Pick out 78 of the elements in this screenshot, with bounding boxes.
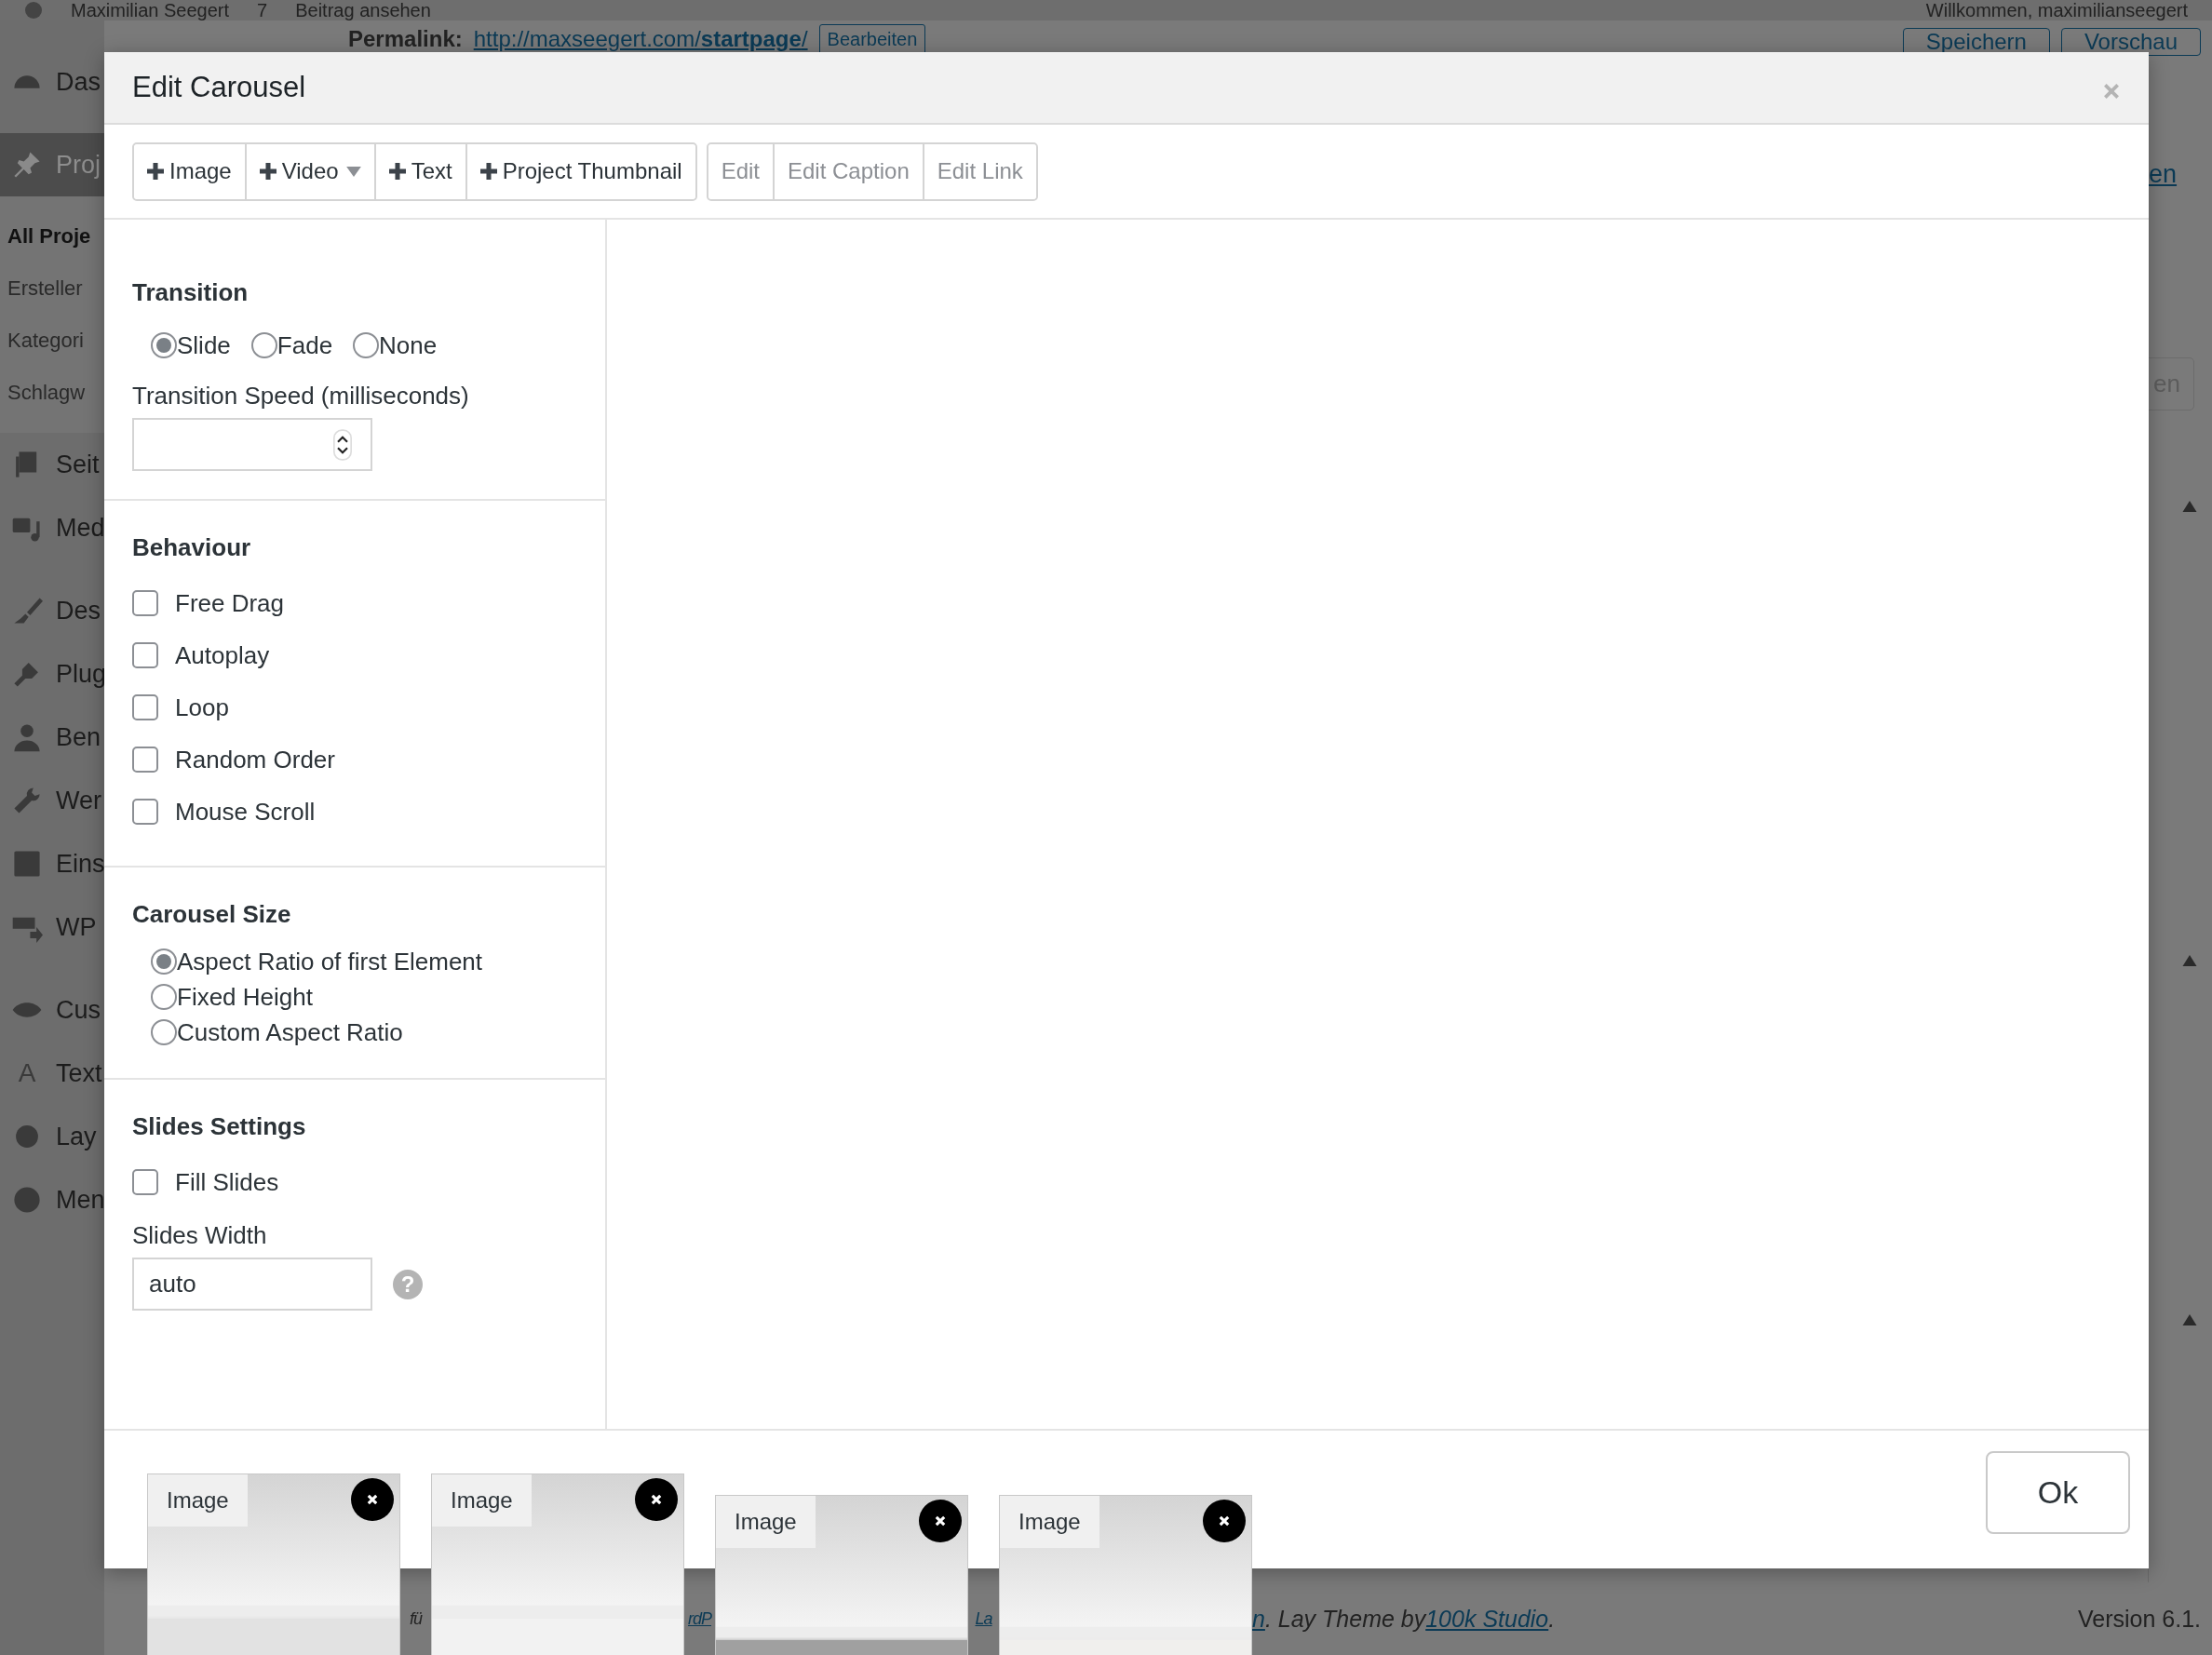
slide-thumbnail[interactable]: Image [431, 1473, 684, 1655]
close-icon [1218, 1514, 1231, 1527]
admin-bar-item[interactable]: 7 [257, 0, 268, 20]
section-heading: Slides Settings [132, 1111, 307, 1141]
close-icon[interactable] [2102, 82, 2121, 101]
permalink-link[interactable]: http://maxseegert.com/startpage/ [473, 20, 808, 52]
collapse-arrow-icon[interactable] [2182, 1314, 2197, 1325]
plus-icon [388, 163, 406, 180]
slide-type-label: Image [716, 1496, 816, 1548]
footer-text: fü [409, 1608, 424, 1629]
radio-option[interactable]: Aspect Ratio of first Element [151, 944, 577, 979]
collapse-arrow-icon[interactable] [2182, 501, 2197, 512]
sidebar-item[interactable]: Plug [0, 642, 104, 706]
checkbox-option[interactable]: Autoplay [132, 629, 577, 681]
checkbox-option[interactable]: Free Drag [132, 577, 577, 629]
checkbox-option[interactable]: Mouse Scroll [132, 786, 577, 838]
plus-icon [147, 163, 164, 180]
admin-bar-item[interactable]: Beitrag ansehen [295, 0, 431, 20]
sidebar-item[interactable]: Proj [0, 133, 104, 196]
slide-thumbnail[interactable]: Image [999, 1495, 1252, 1655]
footer-link[interactable]: rdP [684, 1608, 715, 1629]
radio-option[interactable]: None [353, 328, 438, 363]
sidebar-item[interactable]: Med [0, 496, 104, 559]
submenu-item[interactable]: Kategori [0, 315, 104, 367]
submenu-item[interactable]: Schlagw [0, 367, 104, 419]
sidebar-item[interactable]: Wer [0, 769, 104, 832]
field-label: Slides Width [132, 1221, 268, 1250]
permalink-label: Permalink: [348, 25, 463, 52]
close-icon [366, 1493, 379, 1506]
slide-thumbnail[interactable]: Image [147, 1473, 400, 1655]
radio-option[interactable]: Slide [151, 328, 231, 363]
section-heading: Carousel Size [132, 899, 292, 929]
sidebar-item[interactable]: WP [0, 895, 104, 959]
admin-bar-item[interactable]: Maximilian Seegert [71, 0, 230, 20]
slide-type-label: Image [1000, 1496, 1099, 1548]
footer-link[interactable]: n [1252, 1605, 1265, 1633]
slide-type-label: Image [432, 1474, 532, 1527]
submenu-item[interactable]: Ersteller [0, 262, 104, 315]
checkbox-option[interactable]: Loop [132, 681, 577, 733]
text-input[interactable]: auto [132, 1258, 372, 1311]
number-input[interactable] [132, 418, 372, 471]
plus-icon [479, 163, 497, 180]
radio-option[interactable]: Custom Aspect Ratio [151, 1015, 577, 1050]
close-icon [934, 1514, 947, 1527]
ok-button[interactable]: Ok [1986, 1451, 2130, 1534]
checkbox-option[interactable]: Fill Slides [132, 1156, 577, 1208]
slide-thumbnail[interactable]: Image [715, 1495, 968, 1655]
sidebar-item[interactable]: Cus [0, 978, 104, 1042]
dialog-title: Edit Carousel [132, 71, 306, 104]
footer-text: . Lay Theme by [1264, 1605, 1426, 1633]
sidebar-item[interactable]: Seit [0, 433, 104, 496]
toolbar-button[interactable]: Project Thumbnail [465, 143, 695, 199]
plus-icon [259, 163, 276, 180]
version-text: Version 6.1. [2077, 1605, 2201, 1633]
submenu-item[interactable]: All Proje [0, 210, 104, 262]
sidebar-item[interactable]: Lay [0, 1105, 104, 1168]
sidebar-item[interactable]: Men [0, 1168, 104, 1231]
checkbox-option[interactable]: Random Order [132, 733, 577, 786]
header-button[interactable]: Vorschau [2060, 28, 2201, 56]
sidebar-item[interactable]: Eins [0, 832, 104, 895]
sidebar-item[interactable]: Das [0, 50, 104, 114]
wrench-icon [11, 785, 43, 816]
radio-option[interactable]: Fixed Height [151, 979, 577, 1015]
footer-text: . [1548, 1605, 1556, 1633]
help-icon[interactable]: ? [393, 1269, 423, 1299]
slide-type-label: Image [148, 1474, 248, 1527]
section-heading: Behaviour [132, 532, 252, 562]
sidebar-item[interactable]: Ben [0, 706, 104, 769]
field-label: Transition Speed (milliseconds) [132, 382, 470, 410]
collapse-arrow-icon[interactable] [2182, 955, 2197, 966]
footer-link[interactable]: La [968, 1608, 999, 1629]
radio-option[interactable]: Fade [250, 328, 333, 363]
stepper-arrows-icon[interactable] [333, 428, 352, 461]
section-heading: Transition [132, 277, 250, 307]
link[interactable]: en [2149, 160, 2178, 189]
sidebar-item[interactable]: Des [0, 579, 104, 642]
user-greeting[interactable]: Willkommen, maximilianseegert [1925, 0, 2188, 20]
close-icon [650, 1493, 663, 1506]
